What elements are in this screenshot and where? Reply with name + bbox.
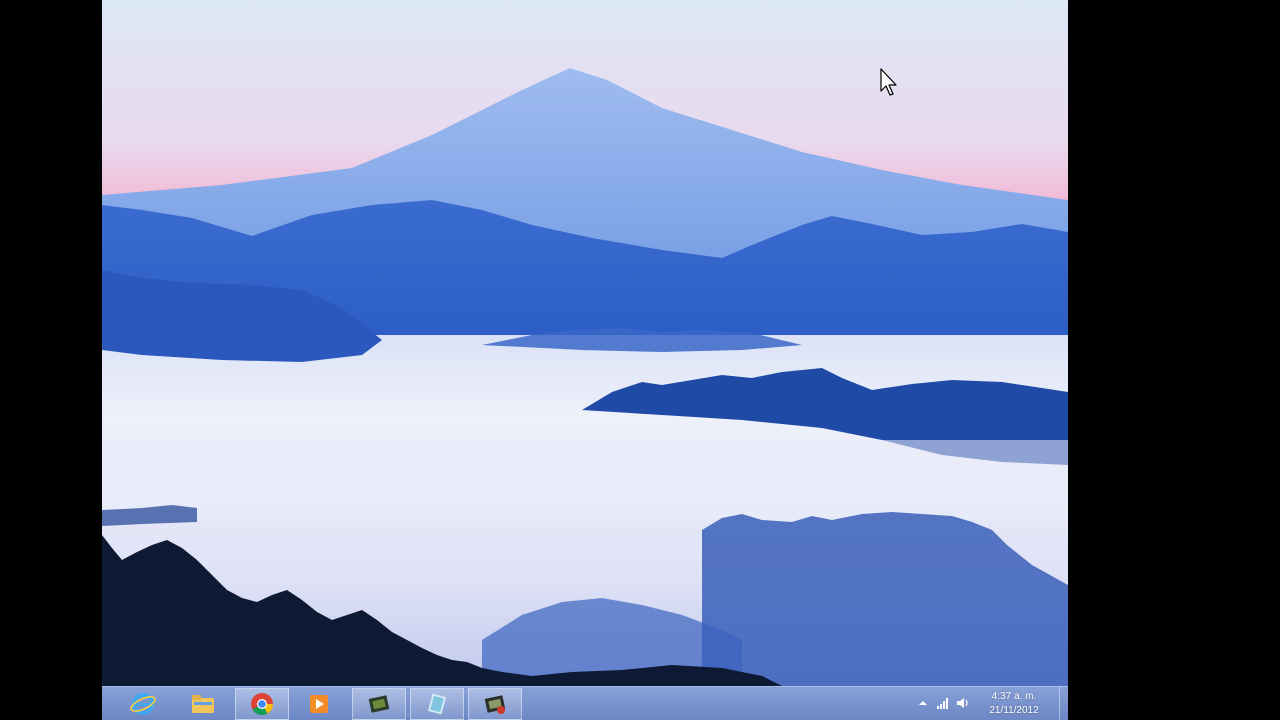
taskbar: 4:37 a. m. 21/11/2012	[102, 686, 1068, 720]
mouse-cursor-icon	[880, 68, 897, 96]
wallpaper	[102, 0, 1068, 720]
system-tray: 4:37 a. m. 21/11/2012	[908, 687, 1068, 720]
desktop[interactable]: 4:37 a. m. 21/11/2012	[102, 0, 1068, 720]
chrome-icon	[251, 693, 273, 715]
fog-band	[102, 440, 1068, 520]
screen: 4:37 a. m. 21/11/2012	[0, 0, 1280, 720]
show-hidden-icons-arrow-icon[interactable]	[916, 696, 930, 710]
app-icon	[484, 695, 506, 714]
network-signal-icon[interactable]	[936, 696, 950, 710]
app-icon	[368, 695, 390, 713]
taskbar-button-app-1[interactable]	[352, 688, 406, 720]
taskbar-button-internet-explorer[interactable]	[116, 688, 170, 720]
volume-icon[interactable]	[956, 696, 970, 710]
show-desktop-button[interactable]	[1059, 687, 1068, 720]
clock-time: 4:37 a. m.	[991, 691, 1037, 702]
folder-icon	[192, 695, 214, 713]
media-player-icon	[310, 695, 328, 713]
internet-explorer-icon	[130, 693, 156, 715]
taskbar-button-media-player[interactable]	[292, 688, 346, 720]
clock[interactable]: 4:37 a. m. 21/11/2012	[982, 690, 1046, 718]
taskbar-button-app-3[interactable]	[468, 688, 522, 720]
taskbar-button-app-2[interactable]	[410, 688, 464, 720]
clock-date: 21/11/2012	[989, 705, 1039, 716]
taskbar-button-file-explorer[interactable]	[176, 688, 230, 720]
app-icon	[427, 693, 447, 715]
taskbar-button-chrome[interactable]	[235, 688, 289, 720]
